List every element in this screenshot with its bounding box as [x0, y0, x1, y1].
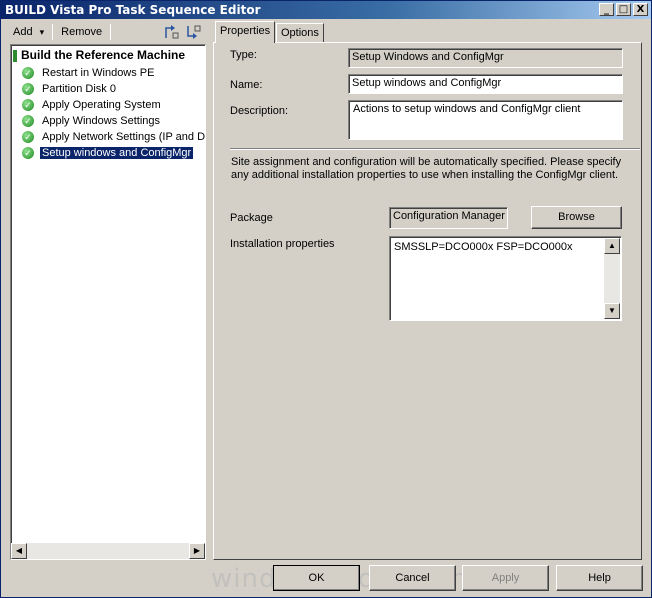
properties-panel: Type: Setup Windows and ConfigMgr Name: … [213, 42, 642, 560]
success-check-icon: ✓ [22, 130, 34, 143]
remove-button[interactable]: Remove [56, 24, 107, 40]
tree-item-label: Apply Operating System [42, 98, 161, 111]
task-sequence-tree[interactable]: Build the Reference Machine ✓ Restart in… [10, 44, 206, 560]
success-check-icon: ✓ [22, 114, 34, 127]
add-label: Add [13, 26, 33, 38]
ok-button[interactable]: OK [273, 565, 360, 591]
tree-item-label: Apply Network Settings (IP and Do [42, 130, 206, 143]
tree-item-label: Apply Windows Settings [42, 114, 160, 127]
tree-item-label-selected: Setup windows and ConfigMgr [40, 146, 194, 159]
help-button[interactable]: Help [556, 565, 643, 591]
name-input[interactable]: Setup windows and ConfigMgr [348, 74, 623, 94]
browse-button[interactable]: Browse [531, 206, 622, 229]
apply-button[interactable]: Apply [462, 565, 549, 591]
scroll-down-icon[interactable]: ▼ [604, 303, 620, 319]
group-icon [13, 50, 17, 62]
add-button[interactable]: Add ▾ [8, 24, 49, 40]
success-check-icon: ✓ [22, 82, 34, 95]
tree-item-label: Restart in Windows PE [42, 66, 155, 79]
tab-properties[interactable]: Properties [215, 21, 276, 43]
success-check-icon: ✓ [22, 66, 34, 79]
installation-properties-label: Installation properties [230, 238, 335, 250]
tree-item-label: Partition Disk 0 [42, 82, 116, 95]
scroll-up-icon[interactable]: ▲ [604, 238, 620, 254]
success-check-icon: ✓ [22, 146, 34, 159]
title-bar[interactable]: BUILD Vista Pro Task Sequence Editor _ □… [1, 1, 651, 19]
tree-root-group[interactable]: Build the Reference Machine [21, 48, 185, 62]
tree-item-apply-network-settings[interactable]: ✓ Apply Network Settings (IP and Do [22, 129, 206, 144]
installation-properties-value: SMSSLP=DCO000x FSP=DCO000x [394, 241, 573, 253]
tree-item-apply-windows-settings[interactable]: ✓ Apply Windows Settings [22, 113, 162, 128]
window-title: BUILD Vista Pro Task Sequence Editor [5, 3, 261, 17]
task-sequence-editor-window: BUILD Vista Pro Task Sequence Editor _ □… [0, 0, 652, 598]
install-props-vertical-scrollbar[interactable]: ▲ ▼ [604, 238, 620, 319]
tab-options[interactable]: Options [276, 23, 324, 43]
minimize-button[interactable]: _ [599, 3, 614, 16]
info-text: Site assignment and configuration will b… [231, 156, 622, 181]
toolbar-separator [52, 24, 54, 40]
scroll-right-icon[interactable]: ▶ [189, 543, 205, 559]
title-bar-buttons: _ □ X [599, 3, 648, 16]
scroll-left-icon[interactable]: ◀ [11, 543, 27, 559]
toolbar-separator [110, 24, 112, 40]
package-field: Configuration Manager Client Package [389, 207, 508, 229]
package-label: Package [230, 212, 273, 224]
toolbar: Add ▾ Remove [8, 22, 206, 42]
description-label: Description: [230, 105, 289, 117]
cancel-button[interactable]: Cancel [369, 565, 456, 591]
maximize-button[interactable]: □ [616, 3, 631, 16]
tree-item-apply-operating-system[interactable]: ✓ Apply Operating System [22, 97, 163, 112]
move-down-icon[interactable] [185, 24, 201, 40]
move-up-icon[interactable] [163, 24, 179, 40]
installation-properties-textarea[interactable]: SMSSLP=DCO000x FSP=DCO000x ▲ ▼ [389, 236, 622, 321]
tree-item-restart-in-windows-pe[interactable]: ✓ Restart in Windows PE [22, 65, 156, 80]
success-check-icon: ✓ [22, 98, 34, 111]
tree-item-partition-disk-0[interactable]: ✓ Partition Disk 0 [22, 81, 118, 96]
chevron-down-icon: ▾ [39, 27, 45, 37]
name-label: Name: [230, 79, 263, 91]
type-field: Setup Windows and ConfigMgr [348, 48, 623, 68]
close-button[interactable]: X [633, 3, 648, 16]
tree-item-setup-windows-and-configmgr[interactable]: ✓ Setup windows and ConfigMgr [22, 145, 194, 160]
description-textarea[interactable]: Actions to setup windows and ConfigMgr c… [348, 100, 623, 140]
type-label: Type: [230, 49, 257, 61]
section-divider [230, 148, 640, 150]
tree-horizontal-scrollbar[interactable]: ◀ ▶ [11, 543, 205, 559]
